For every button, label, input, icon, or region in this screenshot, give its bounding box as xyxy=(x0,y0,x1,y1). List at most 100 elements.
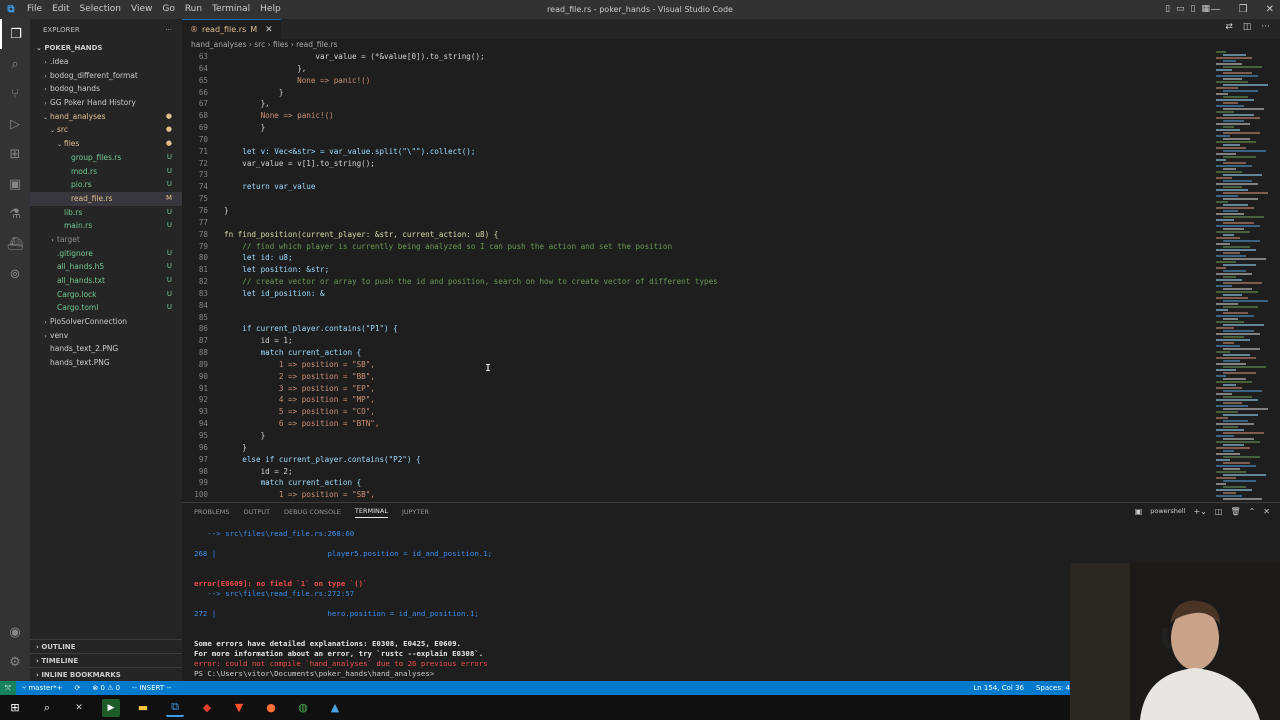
menu-file[interactable]: File xyxy=(22,0,47,19)
code-line[interactable]: 79 // find which player is currently bei… xyxy=(182,241,1212,253)
tree-item[interactable]: hands_text.PNG xyxy=(30,356,182,370)
maximize-panel-icon[interactable]: ⌃ xyxy=(1249,507,1256,516)
indentation[interactable]: Spaces: 4 xyxy=(1036,681,1070,695)
code-line[interactable]: 67 }, xyxy=(182,98,1212,110)
tree-item[interactable]: › bodog_hands xyxy=(30,82,182,96)
code-line[interactable]: 97 else if current_player.contains("P2")… xyxy=(182,454,1212,466)
task-view-icon[interactable]: ✕ xyxy=(70,699,88,717)
panel-tab-output[interactable]: OUTPUT xyxy=(243,508,270,516)
menu-selection[interactable]: Selection xyxy=(75,0,126,19)
code-line[interactable]: 98 id = 2; xyxy=(182,466,1212,478)
code-line[interactable]: 74 return var_value xyxy=(182,181,1212,193)
search-icon[interactable]: ⌕ xyxy=(0,49,30,79)
remote-icon[interactable]: ⤲ xyxy=(0,681,16,695)
code-line[interactable]: 72 var_value = v[1].to_string(); xyxy=(182,158,1212,170)
jupyter-icon[interactable]: ⊚ xyxy=(0,259,30,289)
new-terminal-icon[interactable]: +⌄ xyxy=(1193,507,1206,516)
maximize-button[interactable]: ❐ xyxy=(1239,0,1248,19)
code-line[interactable]: 70 xyxy=(182,134,1212,146)
code-line[interactable]: 99 match current_action { xyxy=(182,477,1212,489)
brave-browser-icon[interactable]: ▼ xyxy=(230,699,248,717)
menu-run[interactable]: Run xyxy=(180,0,207,19)
sidebar-panel-header[interactable]: › INLINE BOOKMARKS xyxy=(30,667,182,681)
vscode-app-icon[interactable]: ⧉ xyxy=(166,699,184,717)
tree-item[interactable]: › GG Poker Hand History xyxy=(30,96,182,110)
code-line[interactable]: 75 xyxy=(182,193,1212,205)
tree-item[interactable]: › .idea xyxy=(30,55,182,69)
tree-item[interactable]: group_files.rs U xyxy=(30,151,182,165)
breadcrumb[interactable]: hand_analyses › src › files › read_file.… xyxy=(182,39,1280,51)
windows-start-icon[interactable]: ⊞ xyxy=(6,699,24,717)
tab-read-file[interactable]: ® read_file.rs M ✕ xyxy=(182,19,281,39)
taskbar-search-icon[interactable]: ⌕ xyxy=(38,699,56,717)
split-terminal-icon[interactable]: ◫ xyxy=(1215,507,1223,516)
code-line[interactable]: 65 None => panic!() xyxy=(182,75,1212,87)
code-line[interactable]: 68 None => panic!() xyxy=(182,110,1212,122)
tree-item[interactable]: Cargo.toml U xyxy=(30,301,182,315)
testing-icon[interactable]: ⚗ xyxy=(0,199,30,229)
menu-view[interactable]: View xyxy=(126,0,157,19)
sidebar-panel-header[interactable]: › OUTLINE xyxy=(30,639,182,653)
panel-tab-problems[interactable]: PROBLEMS xyxy=(194,508,229,516)
split-editor-icon[interactable]: ◫ xyxy=(1243,22,1252,32)
code-line[interactable]: 86 if current_player.contains("P1") { xyxy=(182,323,1212,335)
more-actions-icon[interactable]: ··· xyxy=(165,19,172,41)
tree-item[interactable]: ⌄ files ● xyxy=(30,137,182,151)
code-line[interactable]: 92 4 => position = "MP", xyxy=(182,394,1212,406)
code-line[interactable]: 63 var_value = (*&value[0]).to_string(); xyxy=(182,51,1212,63)
code-view[interactable]: 63 var_value = (*&value[0]).to_string();… xyxy=(182,51,1212,499)
kill-terminal-icon[interactable]: 🗑 xyxy=(1230,507,1240,516)
toggle-sidebar-icon[interactable]: ▯ xyxy=(1165,0,1170,19)
tree-item[interactable]: all_hands.h5 U xyxy=(30,260,182,274)
firefox-icon[interactable]: ● xyxy=(262,699,280,717)
code-line[interactable]: 73 xyxy=(182,169,1212,181)
code-line[interactable]: 78 fn find_position(current_player: &str,… xyxy=(182,229,1212,241)
close-tab-icon[interactable]: ✕ xyxy=(265,20,273,40)
file-explorer-icon[interactable]: ▬ xyxy=(134,699,152,717)
code-line[interactable]: 69 } xyxy=(182,122,1212,134)
tree-item[interactable]: › bodog_different_format xyxy=(30,69,182,83)
sidebar-panel-header[interactable]: › TIMELINE xyxy=(30,653,182,667)
shell-name[interactable]: powershell xyxy=(1150,507,1185,516)
menu-edit[interactable]: Edit xyxy=(47,0,74,19)
workspace-root[interactable]: ⌄ POKER_HANDS xyxy=(30,41,182,55)
code-line[interactable]: 87 id = 1; xyxy=(182,335,1212,347)
close-panel-icon[interactable]: ✕ xyxy=(1263,507,1270,516)
remote-explorer-icon[interactable]: ▣ xyxy=(0,169,30,199)
panel-tab-terminal[interactable]: TERMINAL xyxy=(354,507,388,518)
code-line[interactable]: 96 } xyxy=(182,442,1212,454)
account-icon[interactable]: ◉ xyxy=(0,617,30,647)
photos-app-icon[interactable]: ▲ xyxy=(326,699,344,717)
tree-item[interactable]: all_hands.txt U xyxy=(30,274,182,288)
tree-item[interactable]: read_file.rs M xyxy=(30,191,182,206)
code-line[interactable]: 94 6 => position = "BTN", xyxy=(182,418,1212,430)
code-line[interactable]: 82 // create vector or array to push the… xyxy=(182,276,1212,288)
tree-item[interactable]: hands_text_2.PNG xyxy=(30,342,182,356)
code-line[interactable]: 90 2 => position = "BB", xyxy=(182,371,1212,383)
tree-item[interactable]: lib.rs U xyxy=(30,206,182,220)
run-debug-icon[interactable]: ▷ xyxy=(0,109,30,139)
code-line[interactable]: 80 let id: u8; xyxy=(182,252,1212,264)
code-line[interactable]: 77 xyxy=(182,217,1212,229)
terminal-app-icon[interactable]: ▶ xyxy=(102,698,120,717)
code-line[interactable]: 64 }, xyxy=(182,63,1212,75)
tree-item[interactable]: Cargo.lock U xyxy=(30,288,182,302)
app-red-icon[interactable]: ◆ xyxy=(198,699,216,717)
docker-icon[interactable]: ⛴ xyxy=(0,229,30,259)
toggle-secondary-sidebar-icon[interactable]: ▯ xyxy=(1191,0,1196,19)
minimap[interactable] xyxy=(1212,51,1280,500)
tree-item[interactable]: › venv xyxy=(30,329,182,343)
menu-terminal[interactable]: Terminal xyxy=(207,0,255,19)
menu-go[interactable]: Go xyxy=(157,0,179,19)
tree-item[interactable]: › PioSolverConnection xyxy=(30,315,182,329)
panel-tab-debug-console[interactable]: DEBUG CONSOLE xyxy=(284,508,341,516)
problems-status[interactable]: ⊗ 0 ⚠ 0 xyxy=(86,684,126,692)
code-line[interactable]: 84 xyxy=(182,300,1212,312)
panel-tab-jupyter[interactable]: JUPYTER xyxy=(402,508,429,516)
git-branch[interactable]: ⑂ master*+ xyxy=(16,684,69,692)
tree-item[interactable]: ⌄ hand_analyses ● xyxy=(30,110,182,124)
tree-item[interactable]: .gitignore U xyxy=(30,247,182,261)
tree-item[interactable]: main.rs U xyxy=(30,219,182,233)
more-editor-actions-icon[interactable]: ··· xyxy=(1261,22,1270,32)
code-line[interactable]: 76} xyxy=(182,205,1212,217)
